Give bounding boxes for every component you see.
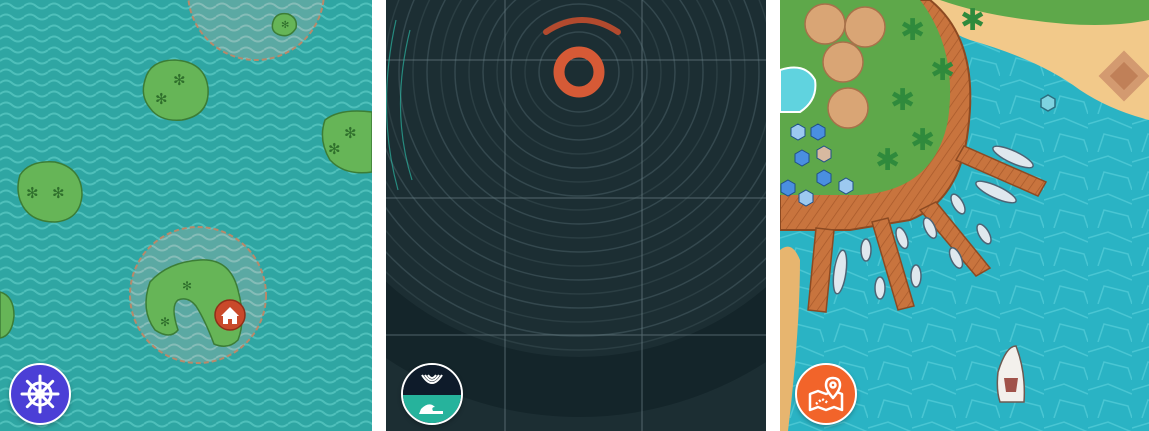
ship-wheel-icon xyxy=(20,374,60,414)
sonar-wave-icon xyxy=(403,365,461,423)
map-pin-icon xyxy=(808,376,844,412)
palm-icon: ✻ xyxy=(26,184,39,202)
palm-icon: ✻ xyxy=(182,279,192,293)
home-marker-icon[interactable] xyxy=(214,299,246,331)
umbrella xyxy=(844,6,886,48)
palm-icon: ✻ xyxy=(173,71,186,89)
resort-panel[interactable]: ✱ ✱ ✱ ✱ ✱ ✱ xyxy=(780,0,1149,431)
buoy[interactable] xyxy=(1040,94,1056,112)
palm-tree-icon: ✱ xyxy=(930,53,955,88)
palm-icon: ✻ xyxy=(328,140,341,158)
palm-tree-icon: ✱ xyxy=(960,3,985,38)
sonar-button[interactable] xyxy=(401,363,463,425)
palm-tree-icon: ✱ xyxy=(875,143,900,178)
palm-icon: ✻ xyxy=(160,315,170,329)
palm-icon: ✻ xyxy=(155,90,168,108)
palm-tree-icon: ✱ xyxy=(900,13,925,48)
sea-map-panel[interactable]: ✻ ✻ ✻ ✻ ✻ ✻ ✻ ✻ ✻ xyxy=(0,0,372,431)
palm-icon: ✻ xyxy=(344,124,357,142)
palm-icon: ✻ xyxy=(281,20,289,31)
navigation-button[interactable] xyxy=(9,363,71,425)
umbrella xyxy=(804,3,846,45)
umbrella xyxy=(827,87,869,129)
radar-panel[interactable] xyxy=(386,0,766,431)
island[interactable] xyxy=(142,59,209,121)
palm-tree-icon: ✱ xyxy=(890,83,915,118)
palm-icon: ✻ xyxy=(52,184,65,202)
map-button[interactable] xyxy=(795,363,857,425)
palm-tree-icon: ✱ xyxy=(910,123,935,158)
umbrella xyxy=(822,41,864,83)
